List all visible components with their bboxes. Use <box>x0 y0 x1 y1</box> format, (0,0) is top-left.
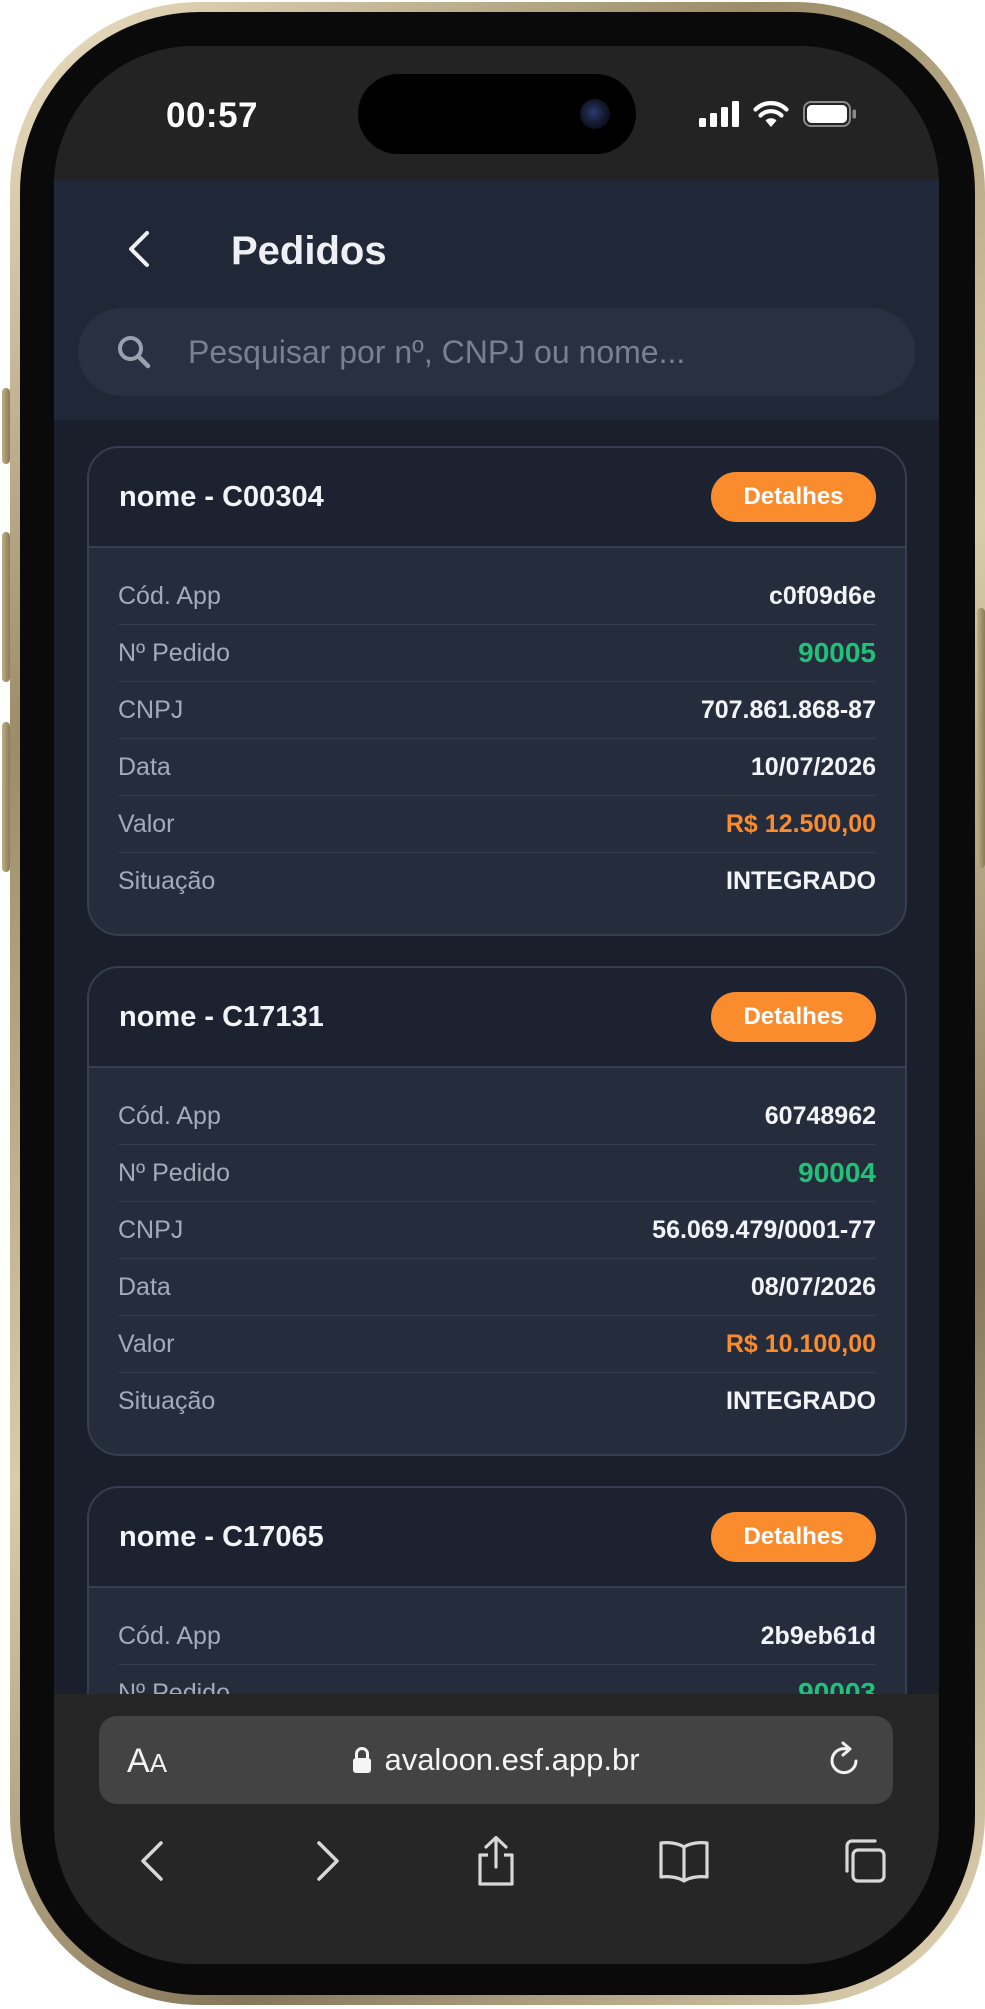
date-value: 10/07/2026 <box>750 752 876 781</box>
bookmarks-button[interactable] <box>654 1826 714 1896</box>
date-value: 08/07/2026 <box>750 1272 876 1301</box>
order-row-numero-pedido: Nº Pedido 90004 <box>118 1145 876 1202</box>
volume-down-button <box>2 722 10 872</box>
phone-screen: 00:57 Pedidos Pesquisar por nº, CNPJ ou … <box>54 46 939 1964</box>
order-card: nome - C17131 Detalhes Cód. App 60748962… <box>87 966 907 1456</box>
cnpj-value: 56.069.479/0001-77 <box>652 1215 876 1244</box>
browser-toolbar <box>54 1826 939 1916</box>
browser-forward-button[interactable] <box>298 1826 358 1896</box>
share-icon <box>478 1835 514 1886</box>
order-row-cnpj: CNPJ 707.861.868-87 <box>118 682 876 739</box>
order-card: nome - C00304 Detalhes Cód. App c0f09d6e… <box>87 446 907 936</box>
page-title: Pedidos <box>231 229 387 273</box>
order-card: nome - C17065 Detalhes Cód. App 2b9eb61d… <box>87 1486 907 1694</box>
chevron-right-icon <box>317 1841 339 1881</box>
status-value: INTEGRADO <box>726 867 876 895</box>
book-icon <box>659 1841 709 1883</box>
lock-icon <box>353 1747 372 1773</box>
search-bar[interactable] <box>78 308 915 396</box>
order-row-cnpj: CNPJ 56.069.479/0001-77 <box>118 1202 876 1259</box>
order-row-situacao: Situação INTEGRADO <box>118 853 876 910</box>
cnpj-value: 707.861.868-87 <box>700 695 876 724</box>
search-input[interactable] <box>188 333 888 371</box>
status-value: INTEGRADO <box>726 1387 876 1415</box>
cod-app-value: 60748962 <box>764 1101 876 1130</box>
back-button[interactable] <box>114 224 164 274</box>
order-row-data: Data 08/07/2026 <box>118 1259 876 1316</box>
orders-list: nome - C00304 Detalhes Cód. App c0f09d6e… <box>54 420 939 1694</box>
details-button[interactable]: Detalhes <box>711 472 876 522</box>
order-row-valor: Valor R$ 10.100,00 <box>118 1316 876 1373</box>
app-header: Pedidos <box>54 180 939 420</box>
order-card-header: nome - C17065 Detalhes <box>89 1488 905 1588</box>
order-row-cod-app: Cód. App 2b9eb61d <box>118 1608 876 1665</box>
order-row-data: Data 10/07/2026 <box>118 739 876 796</box>
search-icon <box>114 332 154 372</box>
order-title: nome - C17065 <box>119 1521 324 1553</box>
share-button[interactable] <box>466 1826 526 1896</box>
order-card-body: Cód. App c0f09d6e Nº Pedido 90005 CNPJ 7… <box>89 548 905 934</box>
chevron-left-icon <box>141 1841 163 1881</box>
reload-icon[interactable] <box>825 1740 865 1780</box>
order-row-cod-app: Cód. App 60748962 <box>118 1088 876 1145</box>
order-card-header: nome - C17131 Detalhes <box>89 968 905 1068</box>
row-label: CNPJ <box>118 695 184 724</box>
power-button <box>977 608 985 868</box>
row-label: Valor <box>118 1329 175 1358</box>
details-button[interactable]: Detalhes <box>711 1512 876 1562</box>
row-label: Nº Pedido <box>118 638 230 667</box>
cod-app-value: 2b9eb61d <box>760 1621 876 1650</box>
row-label: Nº Pedido <box>118 1158 230 1187</box>
row-label: Valor <box>118 809 175 838</box>
status-bar: 00:57 <box>54 46 939 180</box>
order-number-value: 90005 <box>798 637 876 668</box>
order-card-body: Cód. App 2b9eb61d Nº Pedido 90003 <box>89 1588 905 1694</box>
status-icons <box>699 101 857 127</box>
browser-bottom-bar: AA avaloon.esf.app.br <box>54 1694 939 1964</box>
action-button <box>2 388 10 464</box>
row-label: Cód. App <box>118 581 221 610</box>
row-label: Situação <box>118 1387 216 1415</box>
chevron-left-icon <box>129 231 149 267</box>
volume-up-button <box>2 532 10 682</box>
order-card-header: nome - C00304 Detalhes <box>89 448 905 548</box>
row-label: Cód. App <box>118 1621 221 1650</box>
url-text: avaloon.esf.app.br <box>384 1742 640 1777</box>
row-label: Data <box>118 752 171 781</box>
order-number-value: 90003 <box>798 1677 876 1694</box>
row-label: Data <box>118 1272 171 1301</box>
order-row-numero-pedido: Nº Pedido 90003 <box>118 1665 876 1694</box>
camera-icon <box>580 99 610 129</box>
address-bar[interactable]: AA avaloon.esf.app.br <box>99 1716 893 1804</box>
status-time: 00:57 <box>166 96 259 135</box>
row-label: CNPJ <box>118 1215 184 1244</box>
amount-value: R$ 10.100,00 <box>725 1329 876 1358</box>
order-row-situacao: Situação INTEGRADO <box>118 1373 876 1430</box>
tabs-icon <box>845 1839 886 1883</box>
url-display[interactable]: avaloon.esf.app.br <box>99 1716 893 1804</box>
order-card-body: Cód. App 60748962 Nº Pedido 90004 CNPJ 5… <box>89 1068 905 1454</box>
row-label: Nº Pedido <box>118 1678 230 1695</box>
battery-icon <box>803 101 856 127</box>
row-label: Situação <box>118 867 216 895</box>
order-title: nome - C17131 <box>119 1001 324 1033</box>
cod-app-value: c0f09d6e <box>768 581 876 610</box>
order-row-cod-app: Cód. App c0f09d6e <box>118 568 876 625</box>
order-title: nome - C00304 <box>119 481 324 513</box>
amount-value: R$ 12.500,00 <box>725 809 876 838</box>
row-label: Cód. App <box>118 1101 221 1130</box>
details-button[interactable]: Detalhes <box>711 992 876 1042</box>
order-row-valor: Valor R$ 12.500,00 <box>118 796 876 853</box>
tabs-button[interactable] <box>834 1826 894 1896</box>
browser-back-button[interactable] <box>122 1826 182 1896</box>
dynamic-island <box>358 74 636 154</box>
wifi-icon <box>753 101 789 127</box>
cellular-signal-icon <box>699 101 739 127</box>
order-row-numero-pedido: Nº Pedido 90005 <box>118 625 876 682</box>
order-number-value: 90004 <box>798 1157 876 1188</box>
